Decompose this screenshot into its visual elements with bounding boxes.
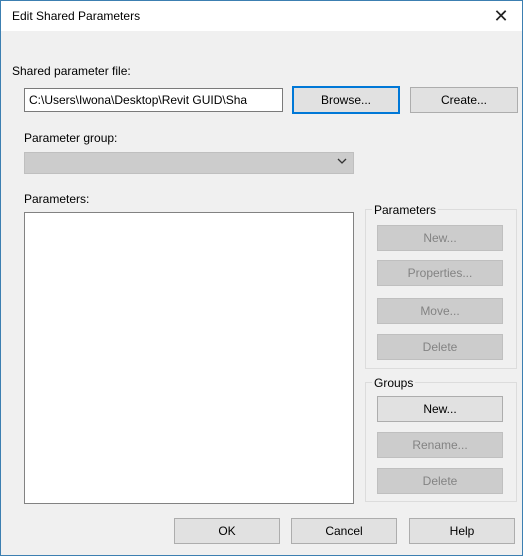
parameter-properties-button[interactable]: Properties... <box>377 260 503 286</box>
parameters-listbox[interactable] <box>24 212 354 504</box>
help-button[interactable]: Help <box>409 518 515 544</box>
group-rename-button[interactable]: Rename... <box>377 432 503 458</box>
group-delete-button[interactable]: Delete <box>377 468 503 494</box>
parameter-group-label: Parameter group: <box>24 131 118 145</box>
parameter-move-button[interactable]: Move... <box>377 298 503 324</box>
ok-button[interactable]: OK <box>174 518 280 544</box>
chevron-down-icon <box>337 158 347 164</box>
parameter-group-select[interactable] <box>24 152 354 174</box>
close-icon: ✕ <box>493 6 509 26</box>
cancel-button[interactable]: Cancel <box>291 518 397 544</box>
group-new-button[interactable]: New... <box>377 396 503 422</box>
close-button[interactable]: ✕ <box>486 3 516 29</box>
edit-shared-parameters-dialog: Edit Shared Parameters ✕ Shared paramete… <box>0 0 523 556</box>
parameter-new-button[interactable]: New... <box>377 225 503 251</box>
dialog-title: Edit Shared Parameters <box>12 9 141 23</box>
parameter-delete-button[interactable]: Delete <box>377 334 503 360</box>
parameters-groupbox-title: Parameters <box>372 203 439 217</box>
browse-button[interactable]: Browse... <box>292 86 400 114</box>
shared-parameter-file-label: Shared parameter file: <box>12 64 131 78</box>
groups-groupbox-title: Groups <box>372 376 416 390</box>
create-button[interactable]: Create... <box>410 87 518 113</box>
title-bar: Edit Shared Parameters ✕ <box>1 1 522 31</box>
parameters-list-label: Parameters: <box>24 192 90 206</box>
shared-parameter-file-path-input[interactable]: C:\Users\Iwona\Desktop\Revit GUID\Sha <box>24 88 283 112</box>
